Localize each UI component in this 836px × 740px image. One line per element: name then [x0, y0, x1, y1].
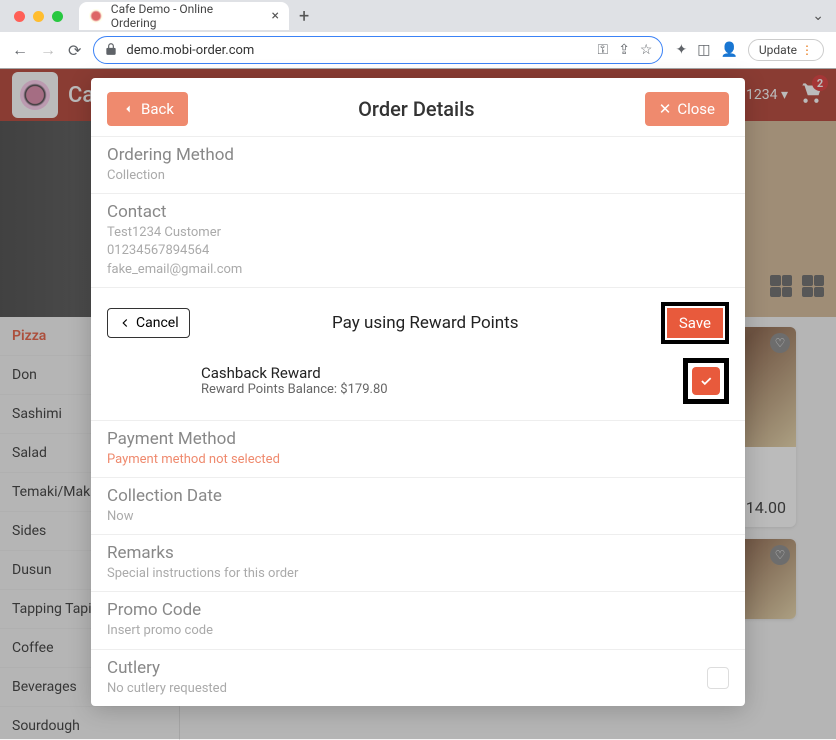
nav-bar: ← → ⟳ demo.mobi-order.com ⚿ ⇪ ☆ ✦ ◫ 👤 Up… [0, 32, 836, 68]
section-contact[interactable]: Contact Test1234 Customer 01234567894564… [91, 193, 745, 287]
menu-dots-icon: ⋮ [801, 43, 813, 57]
url-text: demo.mobi-order.com [126, 43, 589, 58]
reward-header: Cancel Pay using Reward Points Save [91, 287, 745, 352]
section-collection-date[interactable]: Collection Date Now [91, 477, 745, 534]
tab-bar: Cafe Demo - Online Ordering × + ⌄ [0, 0, 836, 32]
section-heading: Promo Code [107, 600, 729, 620]
key-icon[interactable]: ⚿ [598, 42, 609, 58]
section-heading: Contact [107, 202, 729, 222]
close-icon: ✕ [659, 100, 672, 118]
check-icon [699, 374, 713, 388]
tab-dropdown-icon[interactable]: ⌄ [812, 8, 824, 24]
profile-icon[interactable]: 👤 [720, 42, 737, 58]
section-heading: Ordering Method [107, 145, 729, 165]
share-icon[interactable]: ⇪ [618, 42, 630, 58]
reward-balance: Reward Points Balance: $179.80 [201, 382, 683, 397]
reward-program-name: Cashback Reward [201, 364, 683, 382]
url-bar[interactable]: demo.mobi-order.com ⚿ ⇪ ☆ [93, 36, 663, 64]
section-heading: Cutlery [107, 658, 227, 678]
section-promo[interactable]: Promo Code Insert promo code [91, 591, 745, 648]
extensions-icon[interactable]: ✦ [675, 42, 687, 58]
modal-title: Order Details [358, 97, 474, 121]
section-heading: Payment Method [107, 429, 729, 449]
new-tab-button[interactable]: + [299, 6, 309, 27]
tab-close-icon[interactable]: × [272, 8, 279, 24]
close-window-icon[interactable] [14, 11, 25, 22]
cutlery-checkbox[interactable] [707, 667, 729, 689]
cancel-button[interactable]: Cancel [107, 308, 190, 338]
window-controls [4, 11, 73, 22]
section-payment[interactable]: Payment Method Payment method not select… [91, 420, 745, 477]
tab-title: Cafe Demo - Online Ordering [111, 2, 260, 30]
save-highlight: Save [661, 302, 729, 344]
checkbox-highlight [683, 358, 729, 404]
maximize-window-icon[interactable] [52, 11, 63, 22]
back-icon[interactable]: ← [12, 40, 28, 60]
reload-icon[interactable]: ⟳ [68, 41, 81, 60]
star-icon[interactable]: ☆ [640, 42, 653, 58]
minimize-window-icon[interactable] [33, 11, 44, 22]
reward-checkbox[interactable] [692, 367, 720, 395]
section-value: Special instructions for this order [107, 565, 729, 583]
panel-icon[interactable]: ◫ [697, 42, 710, 58]
order-details-modal: Back Order Details ✕ Close Ordering Meth… [91, 78, 745, 706]
section-remarks[interactable]: Remarks Special instructions for this or… [91, 534, 745, 591]
section-cutlery[interactable]: Cutlery No cutlery requested [91, 649, 745, 706]
section-ordering-method[interactable]: Ordering Method Collection [91, 136, 745, 193]
section-value: No cutlery requested [107, 680, 227, 698]
contact-email: fake_email@gmail.com [107, 261, 729, 279]
reward-title: Pay using Reward Points [332, 313, 519, 333]
modal-overlay: Back Order Details ✕ Close Ordering Meth… [0, 68, 836, 739]
update-button[interactable]: Update ⋮ [748, 39, 824, 61]
favicon-icon [89, 9, 103, 23]
contact-name: Test1234 Customer [107, 224, 729, 242]
browser-tab[interactable]: Cafe Demo - Online Ordering × [79, 2, 289, 30]
section-heading: Collection Date [107, 486, 729, 506]
save-button[interactable]: Save [667, 308, 723, 338]
chevron-left-icon [121, 102, 135, 116]
section-value: Now [107, 508, 729, 526]
section-value: Payment method not selected [107, 451, 729, 469]
section-heading: Remarks [107, 543, 729, 563]
lock-icon [104, 42, 118, 59]
forward-icon: → [40, 40, 56, 60]
contact-phone: 01234567894564 [107, 242, 729, 260]
reward-option-row: Cashback Reward Reward Points Balance: $… [91, 352, 745, 420]
chevron-left-icon [118, 316, 132, 330]
section-value: Collection [107, 167, 729, 185]
close-button[interactable]: ✕ Close [645, 92, 729, 126]
back-button[interactable]: Back [107, 92, 188, 126]
browser-chrome: Cafe Demo - Online Ordering × + ⌄ ← → ⟳ … [0, 0, 836, 69]
section-value: Insert promo code [107, 622, 729, 640]
